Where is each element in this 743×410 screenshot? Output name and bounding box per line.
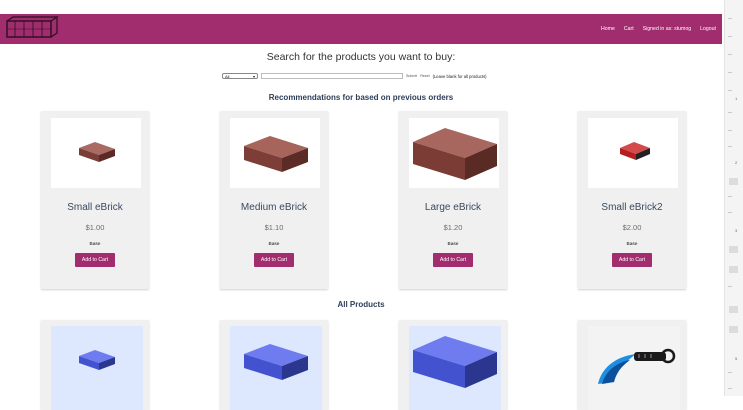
search-hint: (Leave blank for all products) — [432, 73, 487, 79]
reset-button[interactable]: Reset — [420, 74, 429, 78]
search-heading: Search for the products you want to buy: — [266, 51, 456, 63]
product-name: Large eBrick — [424, 202, 482, 213]
recommendations-heading: Recommendations for based on previous or… — [268, 93, 454, 102]
product-name: Small eBrick2 — [601, 202, 663, 213]
product-image[interactable] — [409, 118, 499, 188]
add-to-cart-button[interactable]: Add to Cart — [433, 253, 473, 267]
add-to-cart-button[interactable]: Add to Cart — [75, 253, 115, 267]
product-name: Medium eBrick — [240, 202, 308, 213]
product-price: $1.10 — [264, 223, 284, 232]
signed-in-label: Signed in as: stumog — [642, 26, 692, 32]
product-price: $2.00 — [622, 223, 642, 232]
category-select[interactable]: All ▾ — [222, 73, 258, 79]
product-category: Base — [268, 242, 280, 247]
ruler-label-2: 2 — [735, 160, 738, 165]
top-navbar: Home Cart Signed in as: stumog Logout — [0, 14, 722, 44]
ruler-label-5: 5 — [735, 356, 738, 361]
chevron-down-icon: ▾ — [252, 73, 255, 79]
product-card — [41, 320, 149, 410]
product-image[interactable] — [230, 326, 322, 410]
nav-cart-link[interactable]: Cart — [624, 26, 634, 32]
product-image[interactable] — [51, 118, 141, 188]
product-card — [399, 320, 507, 410]
nav-home-link[interactable]: Home — [601, 26, 615, 32]
add-to-cart-button[interactable]: Add to Cart — [612, 253, 652, 267]
product-card — [220, 320, 328, 410]
nav-logout-link[interactable]: Logout — [700, 26, 716, 32]
all-products-heading: All Products — [337, 300, 385, 309]
site-logo[interactable] — [5, 16, 59, 40]
product-image[interactable] — [588, 118, 678, 188]
product-card: Large eBrick $1.20 Base Add to Cart — [399, 111, 507, 289]
product-card: Small eBrick $1.00 Base Add to Cart — [41, 111, 149, 289]
product-price: $1.00 — [85, 223, 105, 232]
product-price: $1.20 — [443, 223, 463, 232]
category-select-value: All — [225, 73, 230, 79]
product-name: Small eBrick — [67, 202, 123, 213]
product-image[interactable] — [409, 326, 501, 410]
product-card: Small eBrick2 $2.00 Base Add to Cart — [578, 111, 686, 289]
product-image[interactable] — [51, 326, 143, 410]
product-image[interactable] — [588, 326, 680, 410]
product-category: Base — [447, 242, 459, 247]
product-card — [578, 320, 686, 410]
product-image[interactable] — [230, 118, 320, 188]
nav-links: Home Cart Signed in as: stumog Logout — [601, 14, 716, 44]
search-input[interactable] — [261, 73, 403, 79]
product-category: Base — [626, 242, 638, 247]
ruler-label-1: 1 — [735, 96, 738, 101]
product-category: Base — [89, 242, 101, 247]
search-form: All ▾ Submit Reset (Leave blank for all … — [222, 72, 487, 80]
product-card: Medium eBrick $1.10 Base Add to Cart — [220, 111, 328, 289]
page-ruler: 1 2 3 5 — [724, 0, 743, 396]
submit-button[interactable]: Submit — [406, 74, 417, 78]
ruler-label-3: 3 — [735, 228, 738, 233]
add-to-cart-button[interactable]: Add to Cart — [254, 253, 294, 267]
